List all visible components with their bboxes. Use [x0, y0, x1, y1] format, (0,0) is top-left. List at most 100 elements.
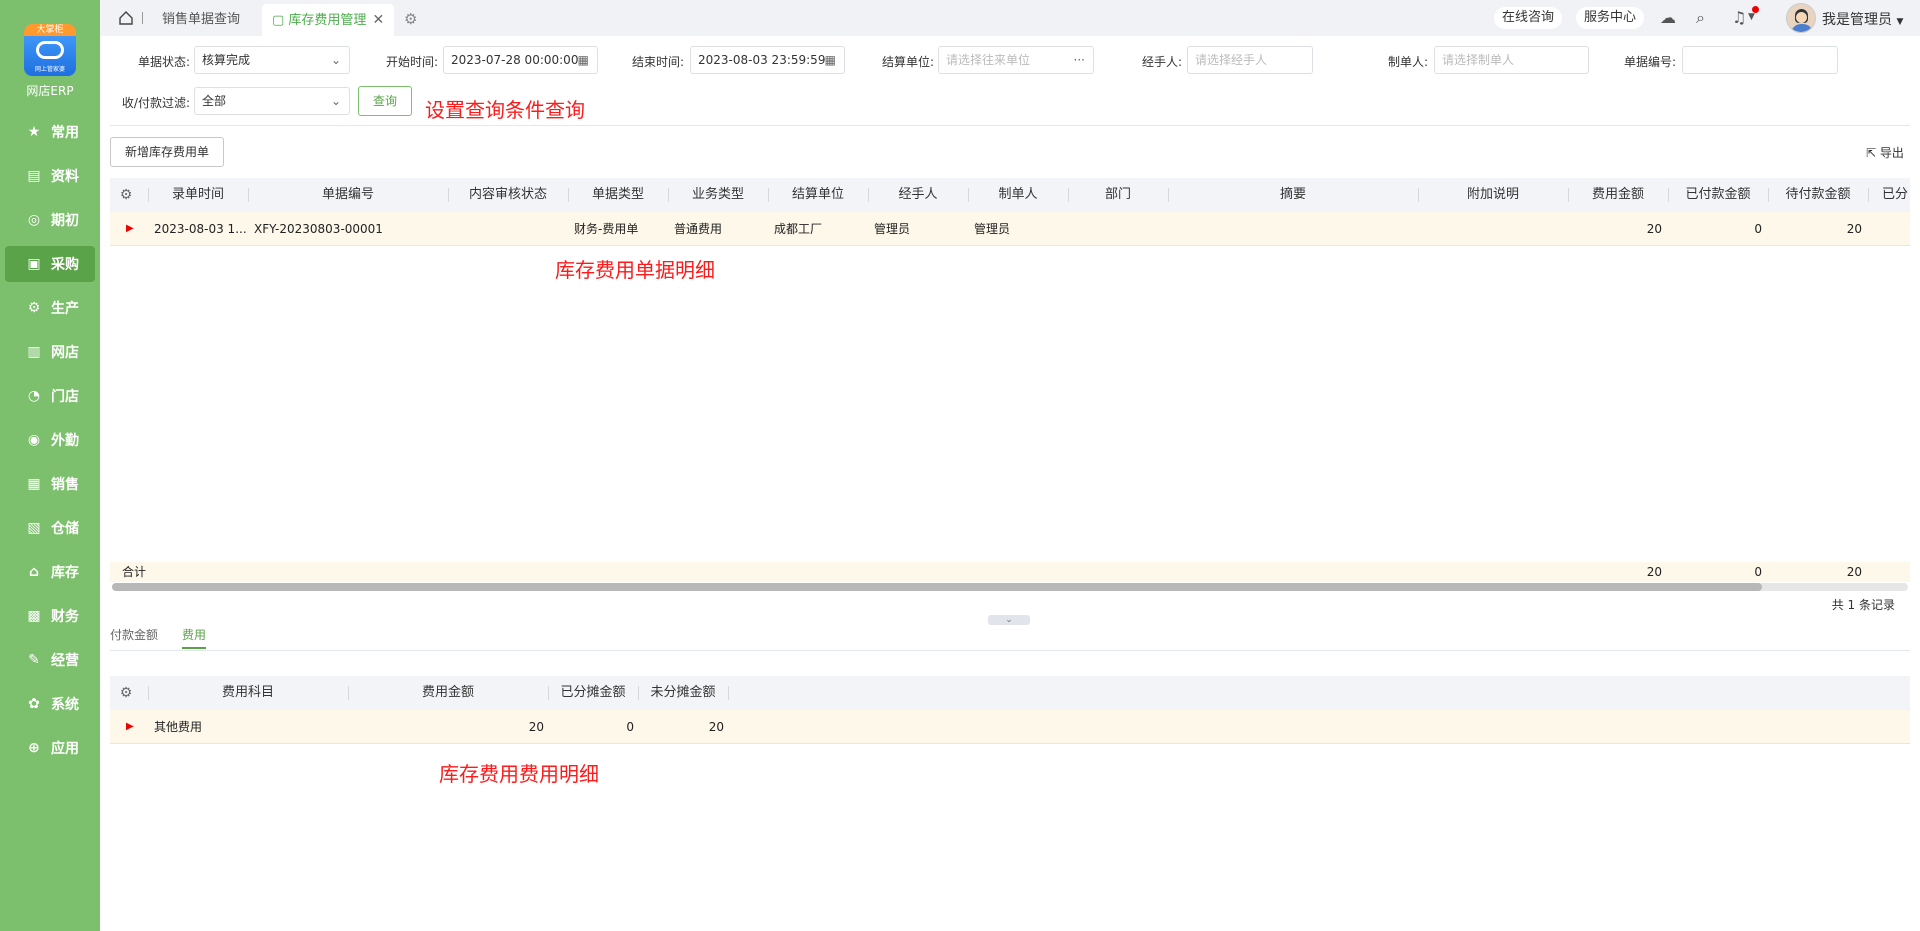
- record-count: 共 1 条记录: [1831, 598, 1895, 612]
- column-header[interactable]: 费用科目: [148, 676, 348, 710]
- expand-icon[interactable]: ▶: [126, 710, 134, 744]
- sidebar-item-common[interactable]: ★ 常用: [5, 114, 95, 150]
- table-row[interactable]: ▶ 2023-08-03 1... XFY-20230803-00001 财务-…: [110, 212, 1910, 246]
- column-header[interactable]: 录单时间: [148, 178, 248, 212]
- search-icon[interactable]: ⌕: [1696, 8, 1705, 28]
- horizontal-scrollbar[interactable]: [112, 583, 1908, 591]
- sidebar-item-data[interactable]: ▤ 资料: [5, 158, 95, 194]
- start-time-input[interactable]: 2023-07-28 00:00:00 ▦: [443, 46, 598, 74]
- sidebar-item-production[interactable]: ⚙ 生产: [5, 290, 95, 326]
- sidebar-item-finance[interactable]: ▩ 财务: [5, 598, 95, 634]
- sidebar-item-field[interactable]: ◉ 外勤: [5, 422, 95, 458]
- maker-input[interactable]: 请选择制单人: [1434, 46, 1589, 74]
- column-header[interactable]: 费用金额: [1568, 178, 1668, 212]
- collapse-handle[interactable]: ⌄: [988, 615, 1030, 625]
- divider: [110, 650, 1910, 651]
- column-header[interactable]: 经手人: [868, 178, 968, 212]
- tab-fee[interactable]: 费用: [182, 626, 206, 643]
- column-header[interactable]: 部门: [1068, 178, 1168, 212]
- status-label: 单据状态:: [137, 55, 190, 69]
- cell-unallocated: 20: [708, 720, 724, 734]
- column-settings-icon[interactable]: ⚙: [118, 676, 134, 710]
- query-button[interactable]: 查询: [358, 86, 412, 116]
- maker-label: 制单人:: [1387, 55, 1428, 69]
- column-header[interactable]: 单据类型: [568, 178, 668, 212]
- home-icon[interactable]: [118, 10, 134, 26]
- sidebar-item-initial[interactable]: ◎ 期初: [5, 202, 95, 238]
- start-time-value: 2023-07-28 00:00:00: [451, 53, 579, 67]
- footer-unpaid: 20: [1846, 565, 1862, 579]
- expand-icon[interactable]: ▶: [126, 212, 134, 246]
- column-header[interactable]: 附加说明: [1418, 178, 1568, 212]
- avatar[interactable]: [1786, 3, 1816, 33]
- pay-filter-value: 全部: [202, 94, 227, 108]
- bill-number-input[interactable]: [1682, 46, 1838, 74]
- sidebar-item-eshop[interactable]: ▥ 网店: [5, 334, 95, 370]
- end-time-input[interactable]: 2023-08-03 23:59:59 ▦: [690, 46, 845, 74]
- pay-filter-select[interactable]: 全部 ⌄: [194, 87, 350, 115]
- cell-biz-type: 普通费用: [674, 222, 723, 236]
- sidebar-item-label: 常用: [51, 125, 79, 141]
- export-icon: ⇱: [1866, 146, 1877, 160]
- column-header[interactable]: 待付款金额: [1768, 178, 1868, 212]
- column-header[interactable]: 单据编号: [248, 178, 448, 212]
- column-header[interactable]: 摘要: [1168, 178, 1418, 212]
- edit-icon: ✎: [28, 652, 40, 668]
- money-icon: ▩: [27, 608, 41, 624]
- tab-label: 库存费用管理: [288, 13, 367, 28]
- cell-allocated: 0: [626, 720, 634, 734]
- column-header[interactable]: 业务类型: [668, 178, 768, 212]
- column-header[interactable]: 结算单位: [768, 178, 868, 212]
- column-header[interactable]: 未分摊金额: [638, 676, 728, 710]
- sidebar-item-label: 经营: [51, 653, 79, 669]
- cloud-download-icon[interactable]: ☁: [1660, 8, 1676, 27]
- column-header[interactable]: 已付款金额: [1668, 178, 1768, 212]
- top-bar: 销售单据查询 ▢ 库存费用管理 ✕ ⚙ 在线咨询 服务中心 ☁ ⌕ ♫ ▼: [100, 0, 1920, 36]
- sidebar: 大掌柜 网上管家婆 网店ERP ★ 常用 ▤ 资料 ◎ 期初 ▣ 采购 ⚙ 生产 ▥ 网店 …: [0, 0, 100, 931]
- tab-sales-query[interactable]: 销售单据查询: [162, 4, 240, 36]
- new-inventory-fee-button[interactable]: 新增库存费用单: [110, 137, 224, 167]
- service-center-button[interactable]: 服务中心: [1576, 7, 1645, 29]
- sidebar-item-store[interactable]: ◔ 门店: [5, 378, 95, 414]
- close-icon[interactable]: ✕: [372, 12, 384, 28]
- gear-icon[interactable]: ⚙: [404, 10, 417, 28]
- handler-placeholder: 请选择经手人: [1195, 53, 1268, 67]
- column-header[interactable]: 制单人: [968, 178, 1068, 212]
- app-logo[interactable]: 大掌柜 网上管家婆: [24, 24, 76, 76]
- username[interactable]: 我是管理员 ▼: [1822, 9, 1903, 29]
- sidebar-item-sales[interactable]: ▦ 销售: [5, 466, 95, 502]
- export-button[interactable]: ⇱ 导出: [1866, 144, 1904, 161]
- column-header[interactable]: 已分摊金额: [548, 676, 638, 710]
- sidebar-item-inventory[interactable]: ⌂ 库存: [5, 554, 95, 590]
- more-icon[interactable]: ···: [1074, 47, 1085, 73]
- sidebar-item-label: 仓储: [51, 521, 79, 537]
- sidebar-item-purchase[interactable]: ▣ 采购: [5, 246, 95, 282]
- notification-badge: [1752, 6, 1759, 13]
- status-select[interactable]: 核算完成 ⌄: [194, 46, 350, 74]
- annotation-bill-detail: 库存费用单据明细: [555, 258, 715, 282]
- sidebar-item-label: 库存: [51, 565, 79, 581]
- online-consult-button[interactable]: 在线咨询: [1494, 7, 1563, 29]
- gear-doc-icon: ⚙: [27, 300, 41, 316]
- column-header[interactable]: 内容审核状态: [448, 178, 568, 212]
- scrollbar-thumb[interactable]: [112, 583, 1762, 591]
- column-header[interactable]: 已分: [1868, 178, 1910, 212]
- tab-inventory-fee[interactable]: ▢ 库存费用管理 ✕: [262, 4, 395, 36]
- handler-input[interactable]: 请选择经手人: [1187, 46, 1313, 74]
- start-time-label: 开始时间:: [385, 55, 438, 69]
- tab-payment-amount[interactable]: 付款金额: [110, 626, 158, 643]
- bell-icon[interactable]: ♫: [1732, 8, 1746, 27]
- cell-summary: [1174, 212, 1414, 246]
- bill-number-label: 单据编号:: [1623, 55, 1676, 69]
- table-row[interactable]: ▶ 其他费用 20 0 20: [110, 710, 1910, 744]
- chart-icon: ▦: [27, 476, 41, 492]
- column-header[interactable]: 费用金额: [348, 676, 548, 710]
- sidebar-item-operation[interactable]: ✎ 经营: [5, 642, 95, 678]
- sidebar-item-warehouse[interactable]: ▧ 仓储: [5, 510, 95, 546]
- column-settings-icon[interactable]: ⚙: [118, 178, 134, 212]
- sidebar-item-apps[interactable]: ⊕ 应用: [5, 730, 95, 766]
- chevron-down-icon[interactable]: ▼: [1748, 12, 1755, 22]
- document-icon: ▤: [27, 168, 41, 184]
- settle-unit-input[interactable]: 请选择往来单位 ···: [938, 46, 1094, 74]
- sidebar-item-system[interactable]: ✿ 系统: [5, 686, 95, 722]
